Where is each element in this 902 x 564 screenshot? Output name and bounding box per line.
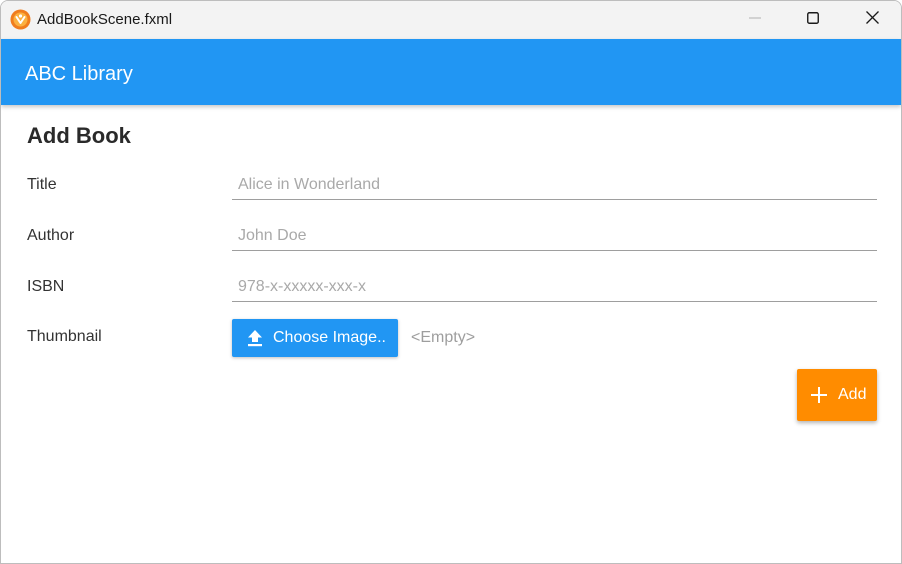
add-book-button[interactable]: Add bbox=[797, 369, 877, 421]
title-input[interactable] bbox=[232, 170, 877, 200]
page-title: Add Book bbox=[27, 123, 131, 148]
add-button-label: Add bbox=[838, 386, 867, 403]
close-button[interactable] bbox=[843, 1, 901, 39]
app-title: ABC Library bbox=[25, 63, 133, 85]
thumbnail-status: <Empty> bbox=[411, 329, 476, 346]
author-input[interactable] bbox=[232, 221, 877, 251]
title-label: Title bbox=[27, 176, 57, 193]
window-title: AddBookScene.fxml bbox=[37, 11, 173, 28]
isbn-input[interactable] bbox=[232, 272, 877, 302]
thumbnail-label: Thumbnail bbox=[27, 328, 102, 345]
upload-icon bbox=[246, 329, 264, 347]
plus-icon bbox=[810, 386, 828, 404]
author-label: Author bbox=[27, 227, 75, 244]
choose-image-button[interactable]: Choose Image.. bbox=[232, 319, 398, 357]
maximize-button[interactable] bbox=[784, 1, 842, 39]
app-window: AddBookScene.fxml ABC Library Add Book T… bbox=[0, 0, 902, 564]
maximize-icon bbox=[807, 11, 819, 29]
choose-image-label: Choose Image.. bbox=[273, 329, 386, 346]
app-header: ABC Library bbox=[1, 39, 901, 105]
minimize-icon bbox=[749, 11, 761, 29]
minimize-button[interactable] bbox=[726, 1, 784, 39]
close-icon bbox=[865, 11, 879, 29]
app-icon bbox=[10, 9, 31, 30]
isbn-label: ISBN bbox=[27, 278, 65, 295]
window-titlebar[interactable]: AddBookScene.fxml bbox=[1, 1, 901, 39]
